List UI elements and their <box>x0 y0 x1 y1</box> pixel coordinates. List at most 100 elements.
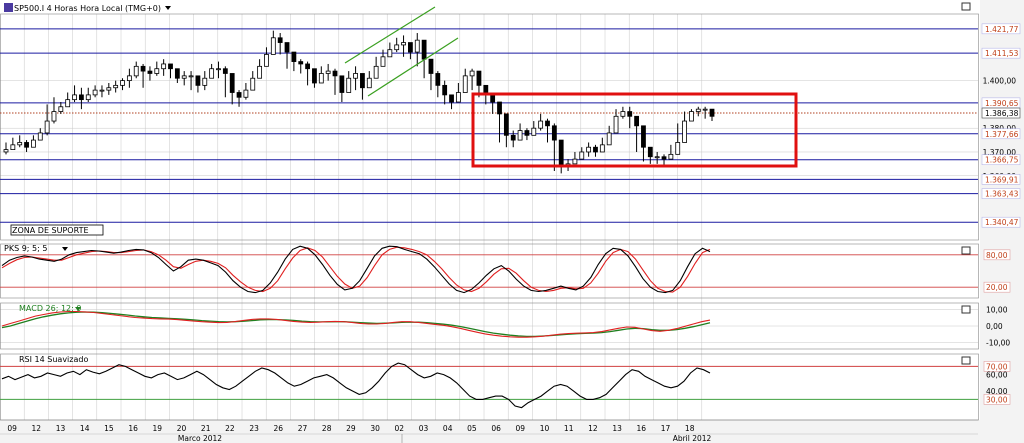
candle-up <box>353 73 358 79</box>
candle-down <box>339 75 345 93</box>
candle-down <box>24 142 29 148</box>
rsi-tick-label: 60,00 <box>986 371 1008 380</box>
date-label: 06 <box>491 424 501 433</box>
candle-down <box>551 125 557 141</box>
level-label: 1.377,66 <box>985 130 1019 139</box>
candle-up <box>51 111 57 122</box>
date-label: 18 <box>685 424 695 433</box>
candle-up <box>72 94 77 101</box>
candle-down <box>641 125 646 148</box>
date-label: 16 <box>637 424 647 433</box>
date-label: 09 <box>516 424 526 433</box>
candle-up <box>380 56 386 67</box>
candle-down <box>229 73 235 93</box>
date-label: 11 <box>564 424 574 433</box>
chart-window: 1.400,001.380,001.370,001.360,001.421,77… <box>0 0 1024 443</box>
macd-tick-label: 0,00 <box>986 322 1003 331</box>
candle-down <box>236 92 242 98</box>
date-label: 13 <box>612 424 622 433</box>
level-label: 1.411,53 <box>985 49 1019 58</box>
date-label: 29 <box>346 424 356 433</box>
candle-down <box>147 70 153 74</box>
candle-up <box>695 108 701 112</box>
candle-down <box>421 39 427 60</box>
date-label: 28 <box>322 424 332 433</box>
candle-up <box>599 144 605 153</box>
month-label: Abril 2012 <box>673 434 712 443</box>
macd-title[interactable]: MACD 26; 12; 9 <box>19 304 81 313</box>
date-label: 26 <box>274 424 284 433</box>
date-label: 09 <box>7 424 17 433</box>
chart-icon[interactable] <box>4 3 13 12</box>
candle-down <box>593 146 598 153</box>
candle-down <box>442 84 448 96</box>
candle-up <box>373 65 379 79</box>
macd-tick-label: 10,00 <box>986 306 1008 315</box>
date-label: 02 <box>395 424 405 433</box>
date-label: 14 <box>80 424 90 433</box>
level-label: 1.421,77 <box>985 25 1019 34</box>
candle-down <box>524 130 530 136</box>
candle-up <box>654 156 660 159</box>
candle-down <box>195 75 201 86</box>
candle-up <box>99 89 105 92</box>
level-label: 1.390,65 <box>985 99 1019 108</box>
level-label: 1.363,43 <box>985 190 1019 199</box>
support-zone-label: ZONA DE SUPORTE <box>12 226 89 235</box>
candle-up <box>606 132 612 146</box>
candle-down <box>332 70 338 77</box>
pks-title[interactable]: PKS 9; 5; 5 <box>4 244 47 253</box>
candle-up <box>17 142 23 146</box>
candle-up <box>202 77 208 86</box>
candle-down <box>360 73 365 89</box>
date-label: 16 <box>128 424 138 433</box>
date-label: 23 <box>249 424 259 433</box>
candle-down <box>78 94 84 101</box>
candle-up <box>531 127 537 136</box>
candle-up <box>579 151 585 160</box>
candle-up <box>65 99 71 108</box>
candle-up <box>3 149 9 153</box>
candle-down <box>476 70 482 86</box>
rsi-title[interactable]: RSI 14 Suavizado <box>19 355 88 364</box>
candle-up <box>264 54 269 67</box>
candle-up <box>366 77 372 89</box>
candle-down <box>291 51 297 62</box>
candle-up <box>216 68 221 71</box>
chart-title[interactable]: SP500.I 4 Horas Hora Local (TMG+0) <box>14 4 161 13</box>
date-label: 30 <box>370 424 380 433</box>
candle-up <box>257 65 263 79</box>
candle-down <box>174 68 180 79</box>
candle-up <box>188 75 194 78</box>
candle-down <box>305 63 310 70</box>
date-label: 13 <box>56 424 66 433</box>
candle-up <box>668 153 674 160</box>
candle-up <box>58 106 64 112</box>
candle-up <box>92 89 98 96</box>
rsi-restore-icon[interactable] <box>961 356 971 365</box>
date-label: 19 <box>153 424 163 433</box>
candle-down <box>298 61 304 65</box>
candle-up <box>37 132 43 141</box>
candle-down <box>168 63 173 70</box>
candle-down <box>312 68 317 84</box>
macd-restore-icon[interactable] <box>961 305 971 314</box>
candle-up <box>346 77 352 93</box>
candle-up <box>401 42 406 46</box>
candle-down <box>428 58 434 74</box>
pks-level-label: 80,00 <box>986 251 1008 260</box>
price-tick-label: 1.400,00 <box>983 77 1017 86</box>
candle-up <box>106 87 112 91</box>
candle-down <box>497 101 502 115</box>
window-restore-icon[interactable] <box>961 2 971 11</box>
candle-up <box>113 84 119 89</box>
candle-up <box>689 111 694 122</box>
pks-restore-icon[interactable] <box>961 246 971 255</box>
candle-up <box>620 111 626 117</box>
date-label: 03 <box>419 424 429 433</box>
candle-up <box>154 68 160 74</box>
candle-up <box>270 37 276 55</box>
candle-down <box>277 37 283 43</box>
macd-tick-label: -10,00 <box>986 338 1010 347</box>
level-label: 1.340,47 <box>985 218 1019 227</box>
